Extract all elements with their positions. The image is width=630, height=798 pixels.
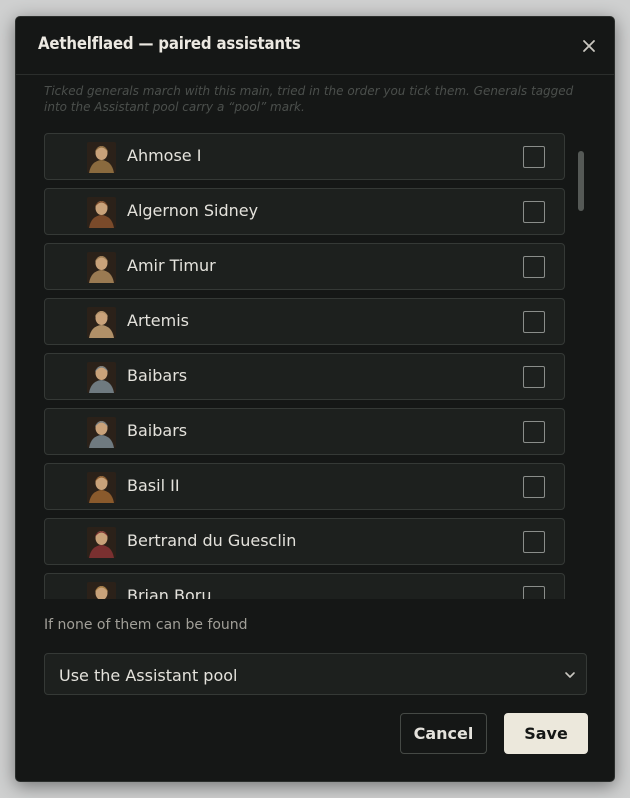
portrait-icon — [87, 307, 116, 338]
dialog-title: Aethelflaed — paired assistants — [38, 34, 301, 54]
general-name: Baibars — [127, 421, 188, 440]
portrait-icon — [87, 527, 116, 558]
general-name: Algernon Sidney — [127, 201, 259, 220]
general-checkbox[interactable] — [523, 421, 545, 443]
general-checkbox[interactable] — [523, 531, 545, 553]
general-checkbox[interactable] — [523, 146, 545, 168]
general-checkbox[interactable] — [523, 586, 545, 599]
general-name: Bertrand du Guesclin — [127, 531, 297, 550]
general-checkbox[interactable] — [523, 201, 545, 223]
list-item[interactable]: Baibars — [44, 353, 565, 400]
portrait-icon — [87, 252, 116, 283]
close-button[interactable] — [578, 35, 600, 57]
save-button[interactable]: Save — [504, 713, 588, 754]
general-name: Artemis — [127, 311, 190, 330]
general-name: Amir Timur — [127, 256, 216, 275]
general-name: Brian Boru — [127, 586, 212, 599]
assistants-dialog: Aethelflaed — paired assistants Ticked g… — [15, 16, 615, 782]
chevron-down-icon — [565, 672, 575, 678]
portrait-icon — [87, 197, 116, 228]
list-item[interactable]: Artemis — [44, 298, 565, 345]
general-name: Basil II — [127, 476, 180, 495]
list-scrollbar[interactable] — [578, 133, 584, 599]
generals-list[interactable]: Ahmose I Algernon Sidney Amir Timur Artemis… — [44, 133, 592, 599]
fallback-select-value: Use the Assistant pool — [59, 666, 238, 685]
cancel-button[interactable]: Cancel — [400, 713, 487, 754]
list-item[interactable]: Ahmose I — [44, 133, 565, 180]
portrait-icon — [87, 362, 116, 393]
general-checkbox[interactable] — [523, 311, 545, 333]
list-item[interactable]: Brian Boru — [44, 573, 565, 599]
portrait-icon — [87, 582, 116, 599]
general-name: Ahmose I — [127, 146, 202, 165]
portrait-icon — [87, 472, 116, 503]
general-checkbox[interactable] — [523, 366, 545, 388]
list-item[interactable]: Basil II — [44, 463, 565, 510]
dialog-header: Aethelflaed — paired assistants — [16, 17, 614, 75]
general-name: Baibars — [127, 366, 188, 385]
scrollbar-thumb[interactable] — [578, 151, 584, 211]
general-checkbox[interactable] — [523, 256, 545, 278]
dialog-intro-text: Ticked generals march with this main, tr… — [44, 84, 574, 114]
fallback-select[interactable]: Use the Assistant pool — [44, 653, 587, 695]
list-item[interactable]: Baibars — [44, 408, 565, 455]
portrait-icon — [87, 142, 116, 173]
list-item[interactable]: Amir Timur — [44, 243, 565, 290]
list-item[interactable]: Bertrand du Guesclin — [44, 518, 565, 565]
close-icon — [583, 40, 595, 52]
portrait-icon — [87, 417, 116, 448]
list-item[interactable]: Algernon Sidney — [44, 188, 565, 235]
general-checkbox[interactable] — [523, 476, 545, 498]
fallback-label: If none of them can be found — [44, 617, 248, 633]
